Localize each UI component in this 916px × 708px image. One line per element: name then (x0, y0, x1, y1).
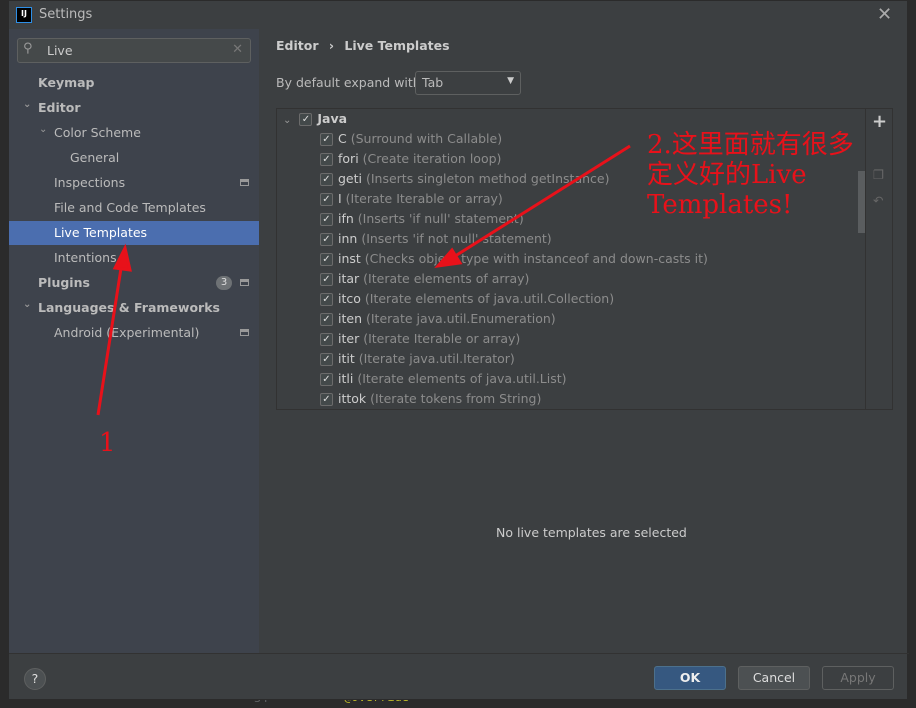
arrowhead-2 (434, 247, 463, 269)
annotation-2-line2: 定义好的Live (647, 160, 807, 190)
arrow-1 (96, 243, 132, 416)
annotation-1: 1 (99, 428, 116, 458)
annotation-arrows (96, 144, 631, 416)
annotation-2: 2.这里面就有很多 定义好的Live Templates! (647, 130, 854, 220)
annotation-2-line3: Templates! (647, 190, 793, 220)
annotation-2-line1: 2.这里面就有很多 (647, 130, 854, 160)
arrowhead-1 (112, 243, 132, 272)
arrow-2 (434, 144, 631, 269)
